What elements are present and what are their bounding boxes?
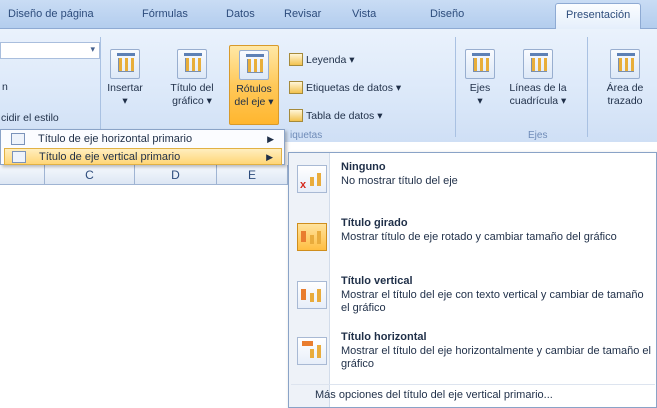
no-axis-title-icon: x [297,165,327,193]
insert-label: Insertar [107,82,143,94]
ribbon-tabs: Diseño de página Fórmulas Datos Revisar … [0,0,657,30]
option-titulo-horizontal[interactable]: Título horizontal Mostrar el título del … [291,327,655,379]
plot-area-label-1: Área de [606,82,644,94]
chevron-down-icon: ▾ [349,54,355,66]
column-header-d[interactable]: D [135,165,217,185]
tab-vista[interactable]: Vista [352,8,376,20]
legend-icon [289,53,303,66]
option-title: Título girado [341,217,408,229]
chart-title-label-2: gráfico [172,95,204,107]
group-separator [100,37,101,137]
chevron-down-icon: ▾ [477,95,483,107]
style-left-text: n [2,81,8,93]
style-apply-button[interactable]: cidir el estilo [1,112,59,125]
axis-titles-label-2: del eje [234,96,266,108]
column-header-c[interactable]: C [45,165,135,185]
gridlines-label-2: cuadrícula [509,95,559,107]
chevron-down-icon: ▾ [268,96,274,108]
option-titulo-girado[interactable]: Título girado Mostrar título de eje rota… [291,213,655,265]
option-title: Título vertical [341,275,413,287]
data-labels-button[interactable]: Etiquetas de datos ▾ [289,81,401,97]
tab-diseno-pagina[interactable]: Diseño de página [8,8,94,20]
option-title: Ninguno [341,161,386,173]
plot-area-button[interactable]: Área de trazado [596,49,654,108]
insert-shape-icon [110,49,140,79]
legend-label: Leyenda [306,54,347,66]
tab-revisar[interactable]: Revisar [284,8,321,20]
option-ninguno[interactable]: x Ninguno No mostrar título del eje [291,157,655,203]
tab-datos[interactable]: Datos [226,8,255,20]
plot-area-icon [610,49,640,79]
style-dropdown[interactable]: ▾ [0,42,100,59]
column-header-e[interactable]: E [217,165,288,185]
axis-titles-icon [239,50,269,80]
group-label-ejes: Ejes [528,130,548,141]
data-labels-label: Etiquetas de datos [306,82,393,94]
data-table-button[interactable]: Tabla de datos ▾ [289,109,383,125]
tab-formulas[interactable]: Fórmulas [142,8,188,20]
chart-title-button[interactable]: Título del gráfico ▾ [163,49,221,108]
axes-icon [465,49,495,79]
legend-button[interactable]: Leyenda ▾ [289,53,355,69]
chevron-down-icon: ▾ [377,110,383,122]
horizontal-title-icon [297,337,327,365]
chevron-down-icon: ▾ [122,95,128,107]
horizontal-axis-title-icon [11,133,25,145]
menu-item-label: Título de eje vertical primario [39,151,181,163]
option-desc: Mostrar título de eje rotado y cambiar t… [341,231,617,243]
vertical-title-icon [297,281,327,309]
chevron-right-icon: ▶ [266,152,273,162]
axis-titles-label-1: Rótulos [236,83,272,95]
menu-item-label: Título de eje horizontal primario [38,133,193,145]
option-desc: No mostrar título del eje [341,175,458,187]
rotated-title-icon [297,223,327,251]
menu-item-horizontal-axis-title[interactable]: Título de eje horizontal primario ▶ [4,131,282,148]
group-separator [455,37,456,137]
data-labels-icon [289,81,303,94]
vertical-axis-title-icon [12,151,26,163]
vertical-axis-title-menu: x Ninguno No mostrar título del eje Títu… [288,152,657,408]
data-table-label: Tabla de datos [306,110,375,122]
gridlines-button[interactable]: Líneas de la cuadrícula ▾ [505,49,571,108]
gridlines-icon [523,49,553,79]
gridlines-label-1: Líneas de la [509,82,567,94]
group-label-etiquetas: iquetas [290,130,323,141]
chevron-right-icon: ▶ [267,134,274,144]
chart-title-label-1: Título del [170,82,214,94]
axis-titles-button[interactable]: Rótulos del eje ▾ [229,45,279,125]
data-table-icon [289,109,303,122]
tab-presentacion[interactable]: Presentación [555,3,642,30]
insert-button[interactable]: Insertar ▾ [103,49,147,108]
chart-title-icon [177,49,207,79]
ribbon: ▾ n cidir el estilo Insertar ▾ Título de… [0,29,657,142]
menu-item-vertical-axis-title[interactable]: Título de eje vertical primario ▶ [4,148,282,165]
more-options-link[interactable]: Más opciones del título del eje vertical… [291,384,655,404]
column-header-blank [0,165,45,185]
plot-area-label-2: trazado [607,95,643,107]
option-titulo-vertical[interactable]: Título vertical Mostrar el título del ej… [291,271,655,323]
axes-button[interactable]: Ejes ▾ [462,49,498,108]
tab-diseno[interactable]: Diseño [430,8,464,20]
chevron-down-icon: ▾ [90,44,95,54]
axes-label: Ejes [469,82,491,94]
option-desc: Mostrar el título del eje horizontalment… [341,345,651,370]
chevron-down-icon: ▾ [395,82,402,94]
option-title: Título horizontal [341,331,427,343]
axis-titles-submenu: Título de eje horizontal primario ▶ Títu… [0,129,285,165]
group-separator [587,37,588,137]
chevron-down-icon: ▾ [561,95,567,107]
option-desc: Mostrar el título del eje con texto vert… [341,289,644,314]
chevron-down-icon: ▾ [206,95,212,107]
